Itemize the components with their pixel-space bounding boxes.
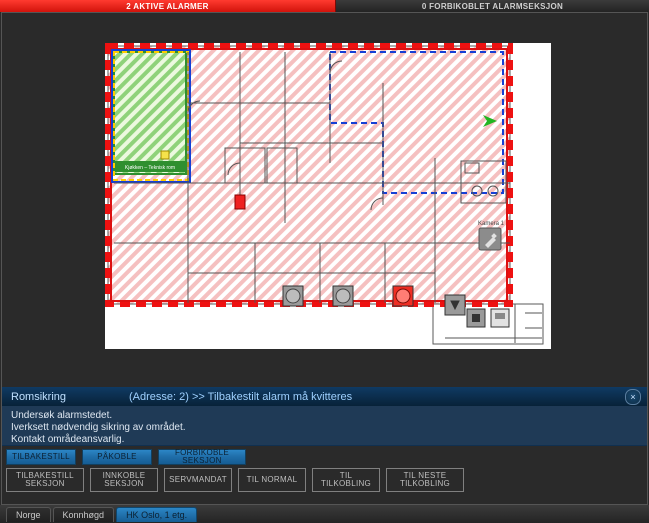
instruction-panel: Undersøk alarmstedet. Iverksett nødvendi…	[2, 406, 647, 446]
btn-arm[interactable]: PÅKOBLE	[82, 449, 152, 465]
camera-label: Kamera 1	[478, 221, 505, 227]
btn-bypass-section[interactable]: FORBIKOBLE SEKSJON	[158, 449, 246, 465]
edit-device-button[interactable]	[479, 228, 501, 250]
floor-plan[interactable]: Kjøkken – Teknisk rom	[105, 43, 551, 349]
ext-device-1[interactable]	[467, 309, 485, 327]
global-alarm-strip: 2 AKTIVE ALARMER 0 FORBIKOBLET ALARMSEKS…	[0, 0, 649, 12]
app-root: 2 AKTIVE ALARMER 0 FORBIKOBLET ALARMSEKS…	[0, 0, 649, 523]
sensor-4[interactable]	[445, 295, 465, 315]
btn-servmandat[interactable]: SERVMANDAT	[164, 468, 232, 492]
device-red-1[interactable]	[235, 195, 245, 209]
alarm-banner-title: Romsikring	[11, 391, 129, 403]
alarm-banner-close[interactable]: ×	[625, 389, 641, 405]
ext-device-2[interactable]	[491, 309, 509, 327]
floor-svg: Kjøkken – Teknisk rom	[105, 43, 551, 349]
btn-to-tilkobling[interactable]: TIL TILKOBLING	[312, 468, 380, 492]
btn-to-normal[interactable]: TIL NORMAL	[238, 468, 306, 492]
global-alarm-active[interactable]: 2 AKTIVE ALARMER	[0, 0, 336, 12]
global-alarm-bypass[interactable]: 0 FORBIKOBLET ALARMSEKSJON	[336, 0, 649, 12]
tab-norge[interactable]: Norge	[6, 507, 51, 522]
instruction-line-3: Kontakt områdeansvarlig.	[11, 434, 638, 446]
green-zone-label: Kjøkken – Teknisk rom	[125, 165, 175, 171]
action-row-primary: TILBAKESTILL PÅKOBLE FORBIKOBLE SEKSJON	[2, 446, 647, 466]
sensor-3-alarm[interactable]	[393, 286, 413, 306]
action-row-secondary: TILBAKESTILL SEKSJON INNKOBLE SEKSJON SE…	[2, 466, 647, 493]
tab-konnhogd[interactable]: Konnhøgd	[53, 507, 115, 522]
instruction-line-1: Undersøk alarmstedet.	[11, 410, 638, 422]
btn-to-next-tilk[interactable]: TIL NESTE TILKOBLING	[386, 468, 464, 492]
alarm-banner: Romsikring (Adresse: 2) >> Tilbakestilt …	[2, 387, 647, 407]
tab-bar: Norge Konnhøgd HK Oslo, 1 etg.	[0, 505, 649, 523]
main-frame: Kjøkken – Teknisk rom	[1, 12, 648, 505]
tab-hk-oslo-1[interactable]: HK Oslo, 1 etg.	[116, 507, 197, 522]
sensor-1[interactable]	[283, 286, 303, 306]
btn-reset[interactable]: TILBAKESTILL	[6, 449, 76, 465]
sensor-2[interactable]	[333, 286, 353, 306]
instruction-line-2: Iverksett nødvendig sikring av området.	[11, 422, 638, 434]
device-yellow-1[interactable]	[161, 151, 169, 159]
green-zone[interactable]: Kjøkken – Teknisk rom	[114, 52, 186, 174]
alarm-banner-detail: (Adresse: 2) >> Tilbakestilt alarm må kv…	[129, 391, 352, 403]
btn-reset-section[interactable]: TILBAKESTILL SEKSJON	[6, 468, 84, 492]
btn-arm-section[interactable]: INNKOBLE SEKSJON	[90, 468, 158, 492]
